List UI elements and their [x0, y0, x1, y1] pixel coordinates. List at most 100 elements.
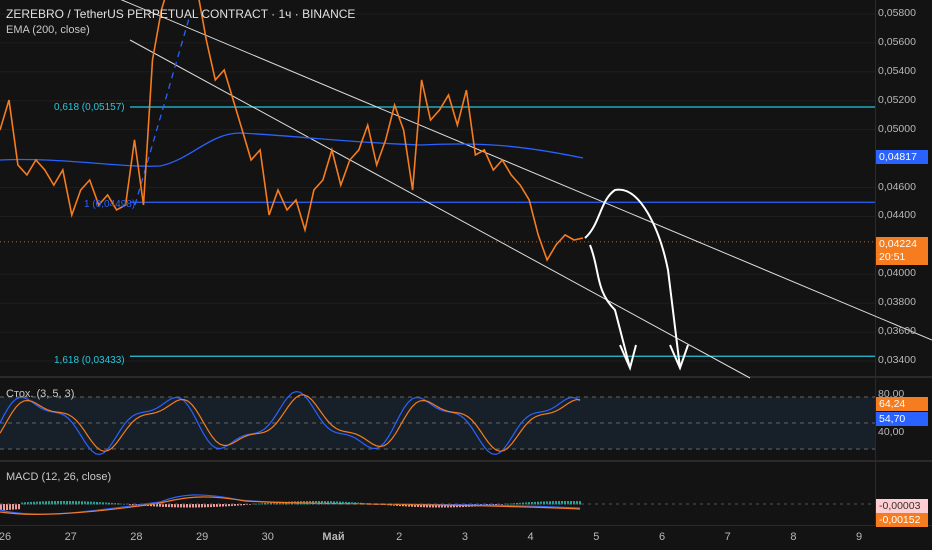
time-axis-label: 29 [195, 531, 209, 543]
time-axis-label: 27 [64, 531, 77, 543]
price-axis-label: 0,04400 [878, 209, 916, 222]
macd-histogram-bar [54, 501, 56, 505]
macd-histogram-bar [18, 504, 20, 510]
macd-histogram-bar [159, 504, 161, 507]
macd-histogram-bar [564, 501, 566, 505]
macd-histogram-bar [81, 501, 83, 505]
macd-histogram-bar [186, 504, 188, 508]
time-axis-label: 2 [396, 531, 403, 543]
fib-label-1618: 1,618 (0,03433) [54, 355, 125, 366]
macd-histogram-bar [66, 501, 68, 505]
price-axis-label: 0,05400 [878, 64, 916, 77]
macd-histogram-bar [537, 501, 539, 505]
macd-histogram-bar [228, 504, 230, 507]
fib-label-0618: 0,618 (0,05157) [54, 102, 125, 113]
macd-histogram-bar [102, 502, 104, 505]
macd-histogram-bar [60, 501, 62, 505]
price-axis-label: 0,05200 [878, 93, 916, 106]
macd-histogram-bar [15, 504, 17, 510]
macd-histogram-bar [75, 501, 77, 505]
macd-histogram-bar [6, 504, 8, 511]
macd-histogram-bar [9, 504, 11, 510]
time-axis-label: 28 [130, 531, 143, 543]
macd-histogram-bar [522, 502, 524, 505]
macd-histogram-bar [507, 503, 509, 505]
symbol-title[interactable]: ZEREBRO / TetherUS PERPETUAL CONTRACT · … [6, 7, 355, 21]
macd-histogram-bar [270, 502, 272, 505]
macd-histogram-bar [183, 504, 185, 508]
x-axis-border [0, 525, 932, 526]
macd-histogram-bar [213, 504, 215, 507]
time-axis-label: 6 [658, 531, 666, 543]
stoch-k-tag: 64,24 [876, 397, 928, 411]
last-price: 0,04224 [879, 238, 917, 250]
stoch-d-tag: 54,70 [876, 412, 928, 426]
ema-legend[interactable]: EMA (200, close) [6, 24, 90, 36]
stoch-axis-40: 40,00 [878, 426, 905, 438]
chart-window[interactable]: ZEREBRO / TetherUS PERPETUAL CONTRACT · … [0, 0, 932, 550]
macd-histogram-bar [249, 504, 251, 505]
macd-tag-1: -0,00003 [876, 499, 928, 513]
macd-tag-2: -0,00152 [876, 513, 928, 527]
macd-histogram-bar [24, 502, 26, 505]
macd-histogram-bar [123, 503, 125, 505]
fib-label-1: 1 (0,04498) [84, 199, 136, 210]
macd-histogram-bar [180, 504, 182, 508]
macd-histogram-bar [558, 501, 560, 505]
channel-lower-line [129, 39, 751, 379]
macd-histogram-bar [222, 504, 224, 507]
macd-histogram-bar [165, 504, 167, 507]
price-axis-label: 0,03800 [878, 296, 916, 309]
stoch-legend[interactable]: Стох. (3, 5, 3) [6, 388, 74, 400]
macd-histogram-bar [201, 504, 203, 508]
macd-histogram-bar [501, 504, 503, 505]
macd-histogram-bar [87, 501, 89, 505]
time-axis-label: 26 [0, 531, 12, 543]
macd-histogram-bar [96, 501, 98, 505]
price-axis-label: 0,03400 [878, 354, 916, 367]
macd-histogram-bar [45, 501, 47, 505]
price-axis-label: 0,04000 [878, 267, 916, 280]
macd-histogram-bar [33, 501, 35, 505]
price-axis-label: 0,05600 [878, 35, 916, 48]
macd-histogram-bar [171, 504, 173, 508]
time-axis-label: 7 [724, 531, 731, 543]
time-axis-label: 3 [461, 531, 468, 543]
pane-divider [0, 460, 932, 462]
time-axis-label: 4 [527, 531, 534, 543]
macd-histogram-bar [189, 504, 191, 508]
macd-histogram-bar [243, 504, 245, 506]
macd-histogram-bar [3, 504, 5, 511]
macd-histogram-bar [108, 502, 110, 505]
macd-histogram-bar [570, 501, 572, 505]
ema-price-tag: 0,04817 [876, 150, 928, 164]
macd-histogram-bar [39, 501, 41, 505]
chart-canvas[interactable] [0, 0, 932, 550]
trend-dashed-line [134, 14, 191, 206]
channel-upper-line [120, 0, 932, 341]
macd-histogram-bar [528, 502, 530, 505]
macd-histogram-bar [195, 504, 197, 508]
drawn-arrow-left [589, 244, 637, 372]
time-axis-label: 5 [593, 531, 600, 543]
time-axis-label: 8 [790, 531, 797, 543]
price-axis-label: 0,05000 [878, 122, 916, 135]
macd-histogram-bar [255, 503, 257, 505]
price-axis-label: 0,05800 [878, 7, 916, 19]
macd-histogram-bar [198, 504, 200, 508]
macd-legend[interactable]: MACD (12, 26, close) [6, 471, 111, 483]
ema-line [0, 132, 584, 167]
macd-histogram-bar [234, 504, 236, 506]
macd-histogram-bar [516, 503, 518, 505]
macd-histogram-bar [579, 501, 581, 505]
macd-histogram-bar [129, 504, 131, 505]
macd-histogram-bar [264, 503, 266, 505]
macd-histogram-bar [207, 504, 209, 508]
last-price-tag: 0,04224 20:51 [876, 237, 928, 265]
macd-histogram-bar [117, 503, 119, 505]
macd-histogram-bar [177, 504, 179, 508]
price-axis-label: 0,04600 [878, 180, 916, 193]
macd-histogram-bar [543, 501, 545, 505]
countdown: 20:51 [879, 251, 906, 263]
pane-divider [0, 376, 932, 378]
